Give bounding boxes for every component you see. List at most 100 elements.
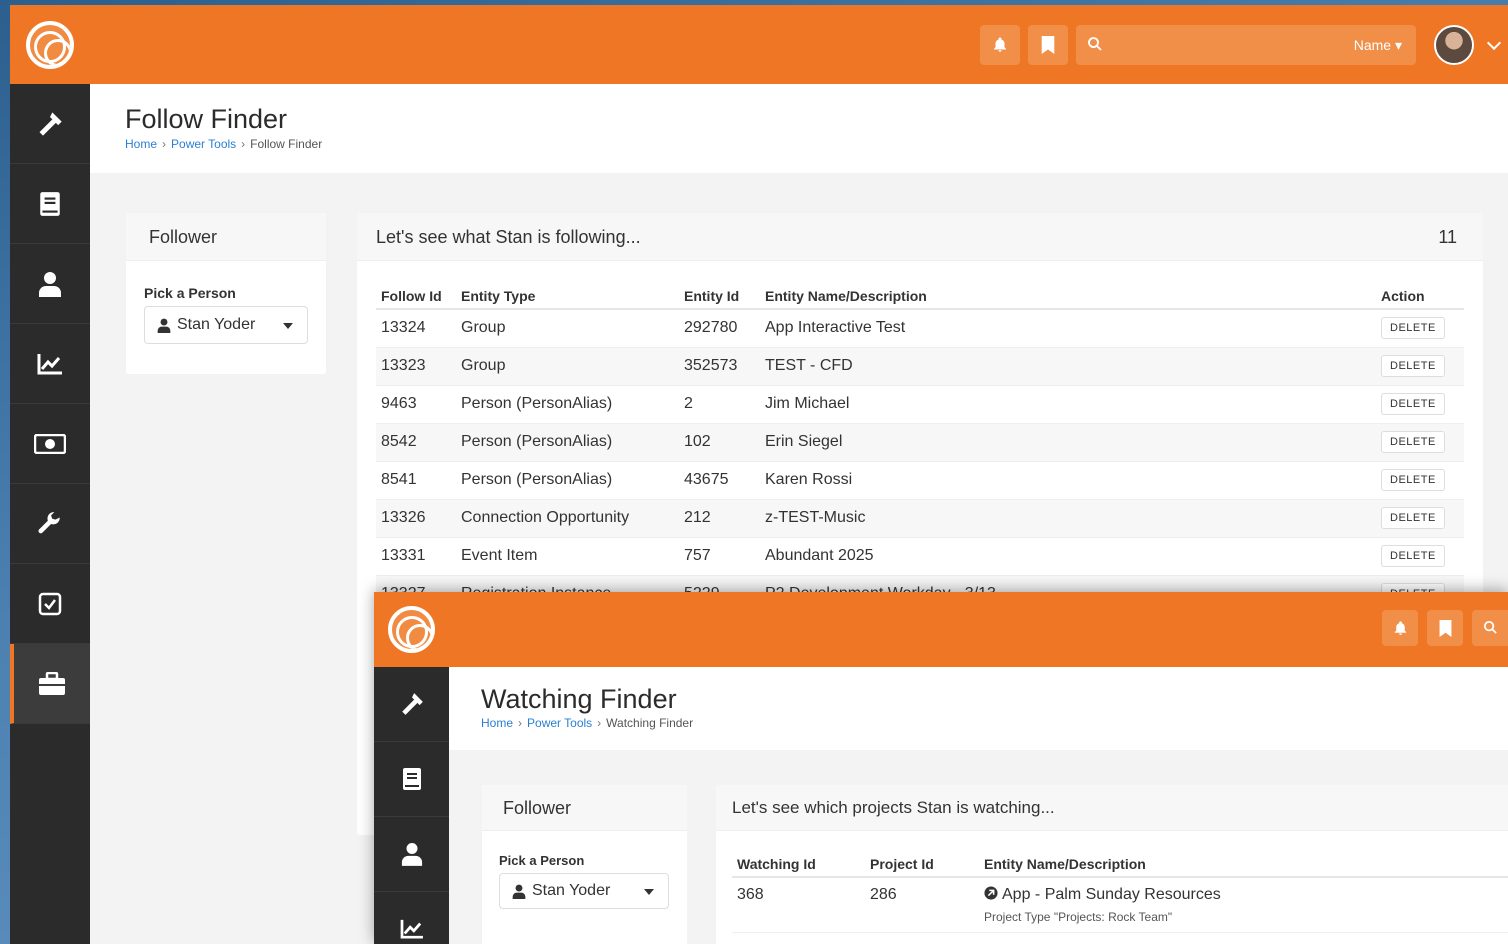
follower-panel: Follower Pick a Person Stan Yoder — [482, 785, 687, 944]
watching-grid-panel: Let's see which projects Stan is watchin… — [716, 785, 1508, 944]
delete-button[interactable]: DELETE — [1381, 317, 1445, 340]
sidebar-item-tools[interactable] — [374, 667, 449, 742]
cell-entity-type: Person (PersonAlias) — [461, 461, 684, 500]
project-name: App - Palm Sunday Resources — [1002, 886, 1221, 903]
delete-button[interactable]: DELETE — [1381, 393, 1445, 415]
breadcrumb-home[interactable]: Home — [125, 137, 157, 151]
pick-person-label: Pick a Person — [144, 285, 236, 301]
search-input[interactable]: Name ▾ — [1076, 25, 1416, 65]
person-icon — [157, 318, 171, 333]
page-header: Watching Finder Home › Power Tools › Watchin… — [449, 667, 1508, 750]
sidebar-item-tools[interactable] — [10, 84, 90, 164]
search-icon — [1088, 37, 1102, 51]
delete-button[interactable]: DELETE — [1381, 469, 1445, 491]
grid-count-badge: 11 — [1438, 227, 1457, 247]
table-row[interactable]: 13323 Group 352573 TEST - CFD DELETE — [376, 347, 1464, 386]
col-entity-name[interactable]: Entity Name/Description — [765, 283, 1376, 310]
follower-panel-title: Follower — [126, 213, 326, 261]
cell-action: DELETE — [1376, 499, 1464, 538]
page-header: Follow Finder Home › Power Tools › Follow Fi… — [90, 84, 1508, 173]
table-row[interactable]: 368 286 App - Palm Sunday Resources Project… — [732, 877, 1508, 933]
cell-entity-type: Connection Opportunity — [461, 499, 684, 538]
caret-down-icon — [644, 889, 654, 895]
briefcase-icon — [39, 671, 65, 695]
cell-entity-type: Group — [461, 347, 684, 386]
search-type-select[interactable]: Name ▾ — [1354, 37, 1402, 54]
cell-entity-id: 43675 — [684, 461, 765, 500]
cell-follow-id: 8541 — [376, 461, 461, 500]
table-row[interactable]: 13331 Event Item 757 Abundant 2025 DELETE — [376, 537, 1464, 576]
breadcrumb: Home › Power Tools › Follow Finder — [125, 137, 323, 151]
col-watching-id[interactable]: Watching Id — [732, 851, 870, 878]
notifications-button[interactable] — [980, 25, 1020, 65]
sidebar-item-reporting[interactable] — [10, 324, 90, 404]
cell-entity-id: 212 — [684, 499, 765, 538]
delete-button[interactable]: DELETE — [1381, 545, 1445, 567]
cell-follow-id: 13323 — [376, 347, 461, 386]
breadcrumb-power-tools[interactable]: Power Tools — [171, 137, 236, 151]
search-icon — [1483, 620, 1497, 634]
sidebar-item-content[interactable] — [374, 742, 449, 817]
table-row[interactable]: 8542 Person (PersonAlias) 102 Erin Siegel DE… — [376, 423, 1464, 462]
col-project-id[interactable]: Project Id — [870, 851, 984, 878]
watching-table: Watching Id Project Id Entity Name/Descr… — [732, 851, 1508, 933]
grid-title: Let's see which projects Stan is watchin… — [732, 798, 1055, 817]
rock-logo[interactable] — [388, 606, 435, 653]
chevron-down-icon[interactable] — [1486, 35, 1502, 51]
cell-follow-id: 13324 — [376, 309, 461, 348]
col-entity-name[interactable]: Entity Name/Description — [984, 851, 1508, 878]
delete-button[interactable]: DELETE — [1381, 507, 1445, 529]
cell-entity-name: Abundant 2025 — [765, 537, 1376, 576]
search-input[interactable] — [1472, 610, 1508, 646]
person-picker[interactable]: Stan Yoder — [144, 306, 308, 344]
person-picker[interactable]: Stan Yoder — [499, 873, 669, 909]
cell-entity-id: 757 — [684, 537, 765, 576]
project-type-description: Project Type "Projects: Rock Team" — [984, 910, 1173, 924]
caret-down-icon — [283, 323, 293, 329]
cell-entity-name: App Interactive Test — [765, 309, 1376, 348]
table-row[interactable]: 13326 Connection Opportunity 212 z-TEST-Mus… — [376, 499, 1464, 538]
delete-button[interactable]: DELETE — [1381, 355, 1445, 377]
chart-icon — [400, 919, 423, 939]
cell-entity-id: 2 — [684, 385, 765, 424]
wrench-icon — [38, 511, 60, 533]
col-follow-id[interactable]: Follow Id — [376, 283, 461, 310]
cell-entity-name: Jim Michael — [765, 385, 1376, 424]
bookmarks-button[interactable] — [1427, 610, 1463, 646]
sidebar-item-reporting[interactable] — [374, 892, 449, 944]
table-row[interactable]: 8541 Person (PersonAlias) 43675 Karen Rossi… — [376, 461, 1464, 500]
breadcrumb-home[interactable]: Home — [481, 716, 513, 730]
hammer-icon — [401, 693, 423, 715]
sidebar-item-settings[interactable] — [10, 484, 90, 564]
breadcrumb: Home › Power Tools › Watching Finder — [481, 716, 694, 730]
breadcrumb-power-tools[interactable]: Power Tools — [527, 716, 592, 730]
follower-panel: Follower Pick a Person Stan Yoder — [126, 213, 326, 374]
follower-panel-title: Follower — [482, 785, 687, 831]
sidebar — [10, 84, 90, 944]
col-action: Action — [1376, 283, 1464, 310]
rock-logo[interactable] — [26, 21, 74, 69]
table-row[interactable]: 13324 Group 292780 App Interactive Test DELE… — [376, 309, 1464, 348]
sidebar-item-tasks[interactable] — [10, 564, 90, 644]
sidebar-item-content[interactable] — [10, 164, 90, 244]
cell-entity-type: Person (PersonAlias) — [461, 423, 684, 462]
notifications-button[interactable] — [1382, 610, 1418, 646]
table-row[interactable]: 9463 Person (PersonAlias) 2 Jim Michael DELE… — [376, 385, 1464, 424]
col-entity-id[interactable]: Entity Id — [684, 283, 765, 310]
sidebar-item-admin[interactable] — [10, 644, 90, 724]
bookmark-icon — [1041, 36, 1055, 54]
sidebar-item-finance[interactable] — [10, 404, 90, 484]
sidebar-item-people[interactable] — [374, 817, 449, 892]
project-link[interactable]: App - Palm Sunday Resources — [984, 886, 1508, 904]
grid-header: Let's see which projects Stan is watchin… — [716, 785, 1508, 831]
avatar[interactable] — [1434, 25, 1474, 65]
delete-button[interactable]: DELETE — [1381, 431, 1445, 453]
follow-table: Follow Id Entity Type Entity Id Entity N… — [376, 283, 1464, 614]
page-title: Watching Finder — [481, 684, 677, 714]
col-entity-type[interactable]: Entity Type — [461, 283, 684, 310]
cell-follow-id: 9463 — [376, 385, 461, 424]
cell-entity-id: 352573 — [684, 347, 765, 386]
bookmarks-button[interactable] — [1028, 25, 1068, 65]
top-bar — [374, 592, 1508, 667]
sidebar-item-people[interactable] — [10, 244, 90, 324]
